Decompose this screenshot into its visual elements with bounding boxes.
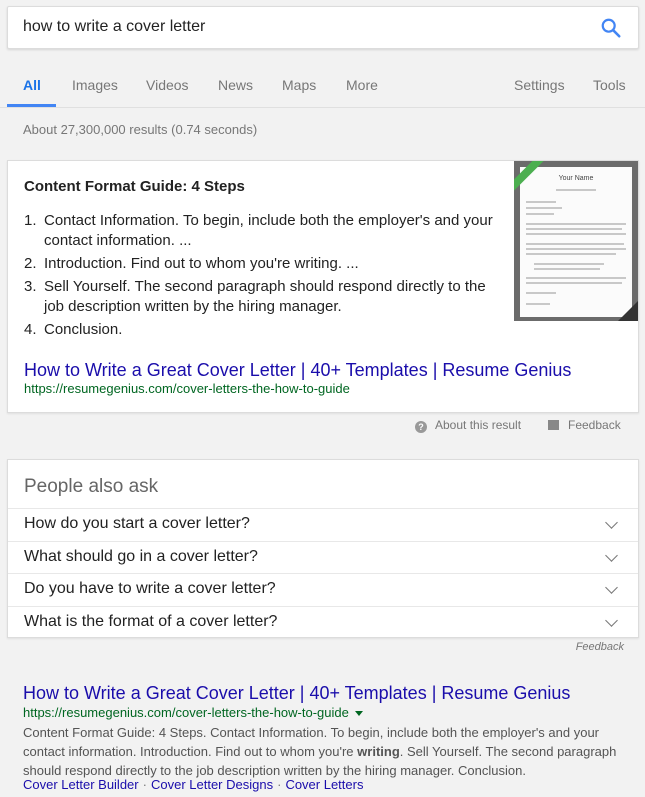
chevron-down-icon — [605, 614, 618, 627]
thumbnail-paper: Your Name — [520, 167, 632, 317]
thumbnail-title: Your Name — [558, 175, 594, 182]
people-also-ask: People also ask How do you start a cover… — [7, 459, 639, 638]
sitelink[interactable]: Cover Letter Designs — [151, 777, 273, 792]
search-icon[interactable] — [600, 17, 622, 39]
list-item: 3. Sell Yourself. The second paragraph sh… — [24, 278, 486, 315]
featured-snippet: Content Format Guide: 4 Steps 1. Contact … — [7, 160, 639, 413]
list-item: 4. Conclusion. — [24, 321, 123, 338]
result-url: https://resumegenius.com/cover-letters-t… — [23, 705, 363, 720]
paa-title: People also ask — [24, 476, 159, 497]
tab-maps[interactable]: Maps — [282, 77, 316, 93]
tab-news[interactable]: News — [218, 77, 253, 93]
sitelink[interactable]: Cover Letter Builder — [23, 777, 139, 792]
list-item: 2. Introduction. Find out to whom you're … — [24, 255, 359, 272]
tab-images[interactable]: Images — [72, 77, 118, 93]
sitelink[interactable]: Cover Letters — [285, 777, 363, 792]
help-icon: ? — [415, 421, 427, 433]
paa-feedback-link[interactable]: Feedback — [576, 641, 624, 653]
feedback-icon — [548, 420, 559, 430]
tab-more[interactable]: More — [346, 77, 378, 93]
list-item: 1. Contact Information. To begin, include… — [24, 212, 493, 249]
result-sitelinks: Cover Letter Builder · Cover Letter Design… — [23, 777, 364, 792]
about-this-result[interactable]: ? About this result — [415, 418, 521, 433]
corner-decoration — [618, 301, 638, 321]
caret-down-icon[interactable] — [354, 711, 363, 716]
snippet-feedback-link[interactable]: Feedback — [548, 418, 621, 432]
snippet-result-url: https://resumegenius.com/cover-letters-t… — [24, 381, 350, 396]
result-stats: About 27,300,000 results (0.74 seconds) — [23, 122, 258, 137]
search-tabs: All Images Videos News Maps More Setting… — [0, 62, 645, 108]
tab-tools[interactable]: Tools — [593, 77, 626, 93]
search-input[interactable]: how to write a cover letter — [23, 18, 205, 36]
snippet-result-link[interactable]: How to Write a Great Cover Letter | 40+ … — [24, 360, 571, 381]
paa-question[interactable]: How do you start a cover letter? — [8, 508, 638, 541]
snippet-steps: 1. Contact Information. To begin, include… — [24, 211, 494, 343]
tab-settings[interactable]: Settings — [514, 77, 565, 93]
result-snippet: Content Format Guide: 4 Steps. Contact I… — [23, 725, 617, 778]
result-title-link[interactable]: How to Write a Great Cover Letter | 40+ … — [23, 683, 570, 704]
tab-all[interactable]: All — [23, 77, 41, 93]
tab-videos[interactable]: Videos — [146, 77, 189, 93]
chevron-down-icon — [605, 516, 618, 529]
paa-question[interactable]: What is the format of a cover letter? — [8, 606, 638, 639]
cover-letter-thumbnail[interactable]: Your Name — [514, 161, 638, 321]
chevron-down-icon — [605, 549, 618, 562]
search-box[interactable]: how to write a cover letter — [7, 6, 639, 49]
paa-question[interactable]: Do you have to write a cover letter? — [8, 573, 638, 606]
snippet-heading: Content Format Guide: 4 Steps — [24, 178, 245, 195]
paa-question[interactable]: What should go in a cover letter? — [8, 541, 638, 574]
chevron-down-icon — [605, 581, 618, 594]
active-tab-indicator — [7, 104, 56, 107]
